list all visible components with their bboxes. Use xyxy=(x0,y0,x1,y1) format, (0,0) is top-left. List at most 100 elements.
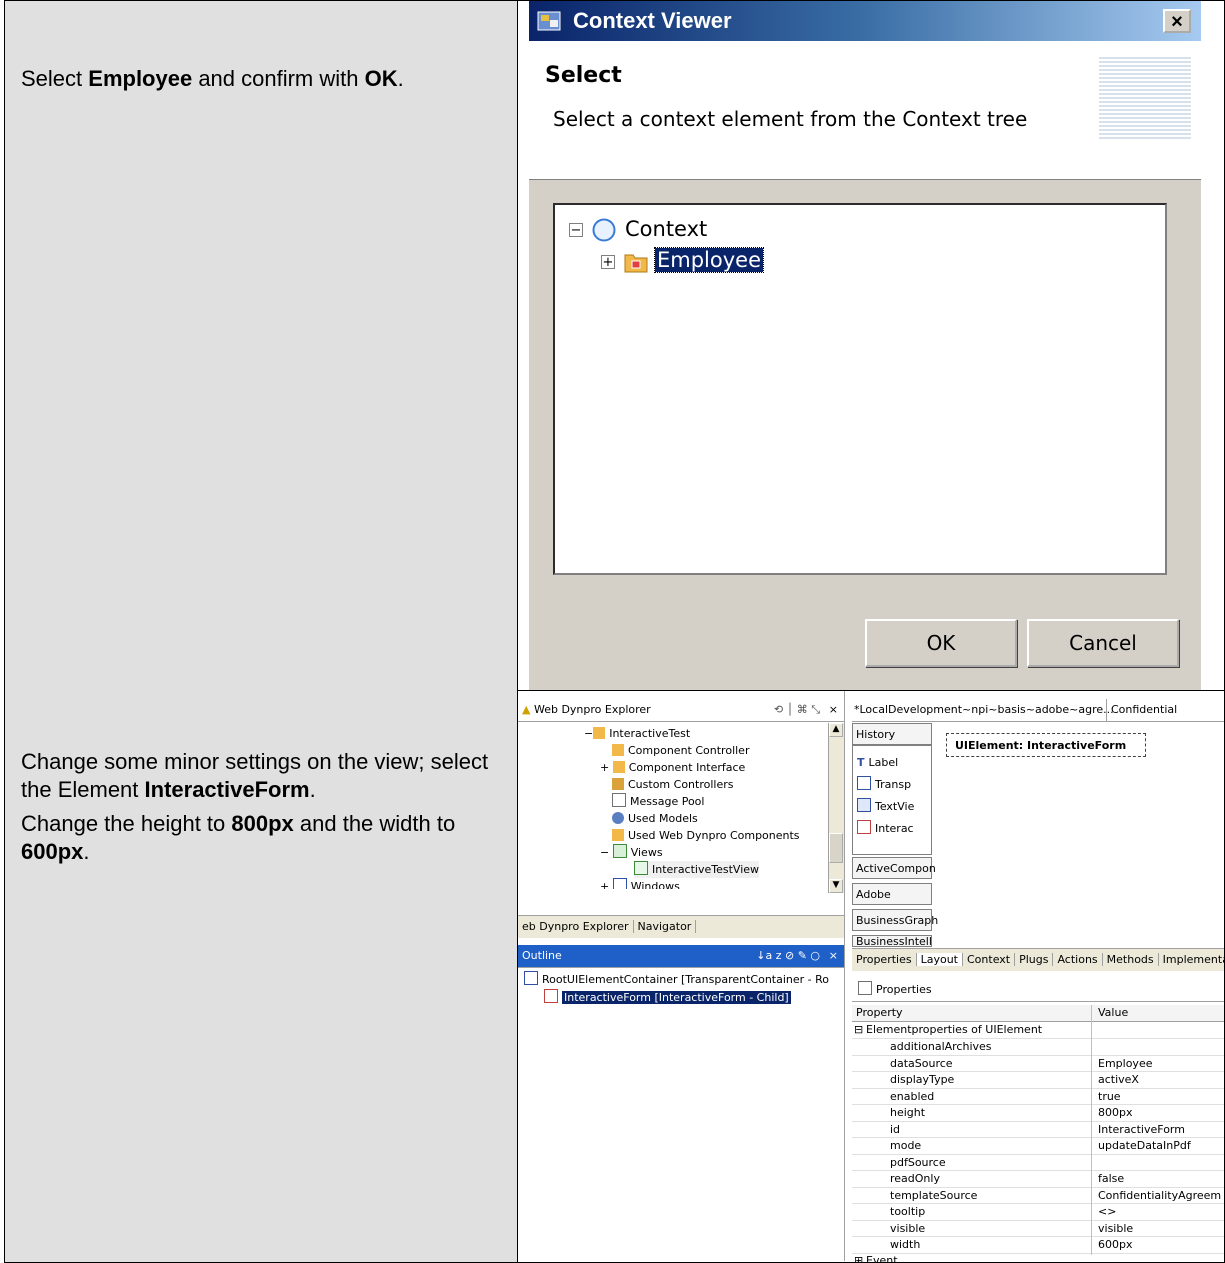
instruction-paragraph: Select Employee and confirm with OK. xyxy=(21,66,404,91)
component-icon xyxy=(593,727,606,739)
property-name: templateSource xyxy=(890,1188,978,1202)
context-tree[interactable]: − Context + Employee xyxy=(553,203,1167,575)
tree-item-selected[interactable]: InteractiveTestView xyxy=(634,861,760,878)
scroll-up-icon[interactable]: ▲ xyxy=(829,723,843,737)
property-name: additionalArchives xyxy=(890,1040,992,1053)
expand-icon[interactable]: ⊞ xyxy=(854,1253,863,1262)
cancel-button[interactable]: Cancel xyxy=(1027,619,1179,667)
property-row[interactable]: mode updateDataInPdf xyxy=(852,1138,1224,1155)
expand-icon[interactable]: + xyxy=(601,255,615,269)
document-table: Select Employee and confirm with OK. Con… xyxy=(0,0,1225,1263)
tab-layout[interactable]: Layout xyxy=(916,953,963,966)
collapse-icon[interactable]: − xyxy=(569,223,583,237)
property-row[interactable]: enabled true xyxy=(852,1089,1224,1105)
collapse-icon[interactable]: ⊟ xyxy=(854,1022,863,1038)
scroll-down-icon[interactable]: ▼ xyxy=(829,879,843,893)
palette-item[interactable]: T Label xyxy=(857,754,898,771)
tab-actions[interactable]: Actions xyxy=(1053,953,1103,966)
property-row[interactable]: visible visible xyxy=(852,1221,1224,1237)
tab-explorer[interactable]: eb Dynpro Explorer xyxy=(518,920,634,933)
tab-context[interactable]: Context xyxy=(963,953,1016,966)
property-row[interactable]: tooltip <> xyxy=(852,1204,1224,1221)
palette-item[interactable]: Interac xyxy=(857,820,914,837)
property-value[interactable]: 600px xyxy=(1098,1237,1133,1253)
instruction-text-2: Change some minor settings on the view; … xyxy=(5,690,517,866)
interactive-icon xyxy=(857,820,871,834)
outline-item[interactable]: RootUIElementContainer [TransparentConta… xyxy=(524,971,829,988)
property-value[interactable]: activeX xyxy=(1098,1072,1139,1088)
palette-group[interactable]: Adobe xyxy=(852,883,932,905)
editor-tab-main[interactable]: *LocalDevelopment~npi~basis~adobe~agre..… xyxy=(854,703,1114,716)
tree-item[interactable]: + Windows xyxy=(600,878,680,889)
tree-item[interactable]: + Component Interface xyxy=(600,759,745,776)
property-value[interactable]: Employee xyxy=(1098,1056,1152,1072)
tree-item[interactable]: − Views xyxy=(600,844,663,861)
explorer-toolbar-icons[interactable]: ⟲ │ ⌘ ⤡ xyxy=(774,699,820,721)
property-value[interactable]: <> xyxy=(1098,1204,1116,1220)
property-name: enabled xyxy=(890,1089,935,1103)
property-row[interactable]: displayType activeX xyxy=(852,1072,1224,1089)
palette-list[interactable]: T Label Transp TextVie Interac xyxy=(852,745,932,855)
property-row[interactable]: dataSource Employee xyxy=(852,1056,1224,1072)
outline-close-icon[interactable]: × xyxy=(829,945,838,967)
property-value[interactable]: 800px xyxy=(1098,1105,1133,1121)
palette-group[interactable]: BusinessGraph xyxy=(852,909,938,931)
properties-group-event[interactable]: ⊞ Event xyxy=(852,1253,1224,1262)
tree-item[interactable]: Custom Controllers xyxy=(612,776,733,793)
property-row[interactable]: id InteractiveForm xyxy=(852,1122,1224,1138)
explorer-scrollbar[interactable]: ▲ ▼ xyxy=(828,723,844,893)
scroll-thumb[interactable] xyxy=(829,833,843,863)
palette-group[interactable]: BusinessIntellig xyxy=(852,935,932,947)
property-value[interactable]: true xyxy=(1098,1089,1121,1105)
property-row[interactable]: pdfSource xyxy=(852,1155,1224,1171)
property-row[interactable]: templateSource ConfidentialityAgreem xyxy=(852,1188,1224,1204)
tree-label-employee: Employee xyxy=(653,247,765,273)
tree-item[interactable]: Message Pool xyxy=(612,793,704,810)
tab-properties[interactable]: Properties xyxy=(852,953,917,966)
property-row[interactable]: additionalArchives xyxy=(852,1039,1224,1056)
editor-tab-confidential[interactable]: Confidential xyxy=(1106,699,1177,721)
textview-icon xyxy=(857,798,871,812)
close-icon[interactable]: × xyxy=(1163,9,1191,33)
instruction-paragraph: Change some minor settings on the view; … xyxy=(21,749,489,802)
explorer-tree[interactable]: − InteractiveTest Component Controller + … xyxy=(518,723,830,889)
tree-item[interactable]: − InteractiveTest xyxy=(584,725,690,742)
tab-methods[interactable]: Methods xyxy=(1102,953,1159,966)
property-value[interactable]: updateDataInPdf xyxy=(1098,1138,1191,1154)
property-name: id xyxy=(890,1122,901,1136)
property-value[interactable]: false xyxy=(1098,1171,1124,1187)
property-row[interactable]: width 600px xyxy=(852,1237,1224,1254)
property-row[interactable]: readOnly false xyxy=(852,1171,1224,1188)
interface-icon xyxy=(612,761,625,773)
property-name: dataSource xyxy=(890,1056,953,1070)
tab-implementation[interactable]: Implemental xyxy=(1158,953,1224,966)
instruction-text-1: Select Employee and confirm with OK. xyxy=(5,1,517,93)
property-name: pdfSource xyxy=(890,1155,946,1169)
property-value[interactable]: visible xyxy=(1098,1221,1133,1237)
explorer-title: Web Dynpro Explorer xyxy=(533,703,651,716)
tree-item[interactable]: Used Web Dynpro Components xyxy=(612,827,800,844)
property-row[interactable]: height 800px xyxy=(852,1105,1224,1122)
ui-element-label[interactable]: UIElement: InteractiveForm xyxy=(946,733,1146,757)
screenshot-cell-1: Context Viewer × Select Select a context… xyxy=(518,0,1225,691)
dialog-titlebar[interactable]: Context Viewer × xyxy=(529,1,1201,41)
outline-item-selected[interactable]: InteractiveForm [InteractiveForm - Child… xyxy=(544,989,791,1006)
properties-group[interactable]: ⊟ Elementproperties of UIElement xyxy=(852,1022,1224,1039)
property-value[interactable]: InteractiveForm xyxy=(1098,1122,1185,1138)
palette-item[interactable]: TextVie xyxy=(857,798,914,815)
explorer-close-icon[interactable]: × xyxy=(829,699,838,721)
tab-navigator[interactable]: Navigator xyxy=(633,920,697,933)
tree-item[interactable]: Used Models xyxy=(612,810,698,827)
tree-item[interactable]: Component Controller xyxy=(612,742,749,759)
palette-item[interactable]: Transp xyxy=(857,776,911,793)
instruction-cell-1: Select Employee and confirm with OK. xyxy=(4,0,518,691)
outline-toolbar-icons[interactable]: ↓a z ⊘ ✎ ○ xyxy=(756,945,820,967)
property-value[interactable]: ConfidentialityAgreem xyxy=(1098,1188,1221,1204)
tab-plugs[interactable]: Plugs xyxy=(1015,953,1054,966)
header-value: Value xyxy=(1098,1006,1129,1019)
ok-button[interactable]: OK xyxy=(865,619,1017,667)
palette-group[interactable]: ActiveCompon xyxy=(852,857,936,879)
palette-history[interactable]: History xyxy=(852,723,932,745)
editor-tabs: *LocalDevelopment~npi~basis~adobe~agre..… xyxy=(852,699,1224,722)
tree-label-context: Context xyxy=(625,217,708,241)
